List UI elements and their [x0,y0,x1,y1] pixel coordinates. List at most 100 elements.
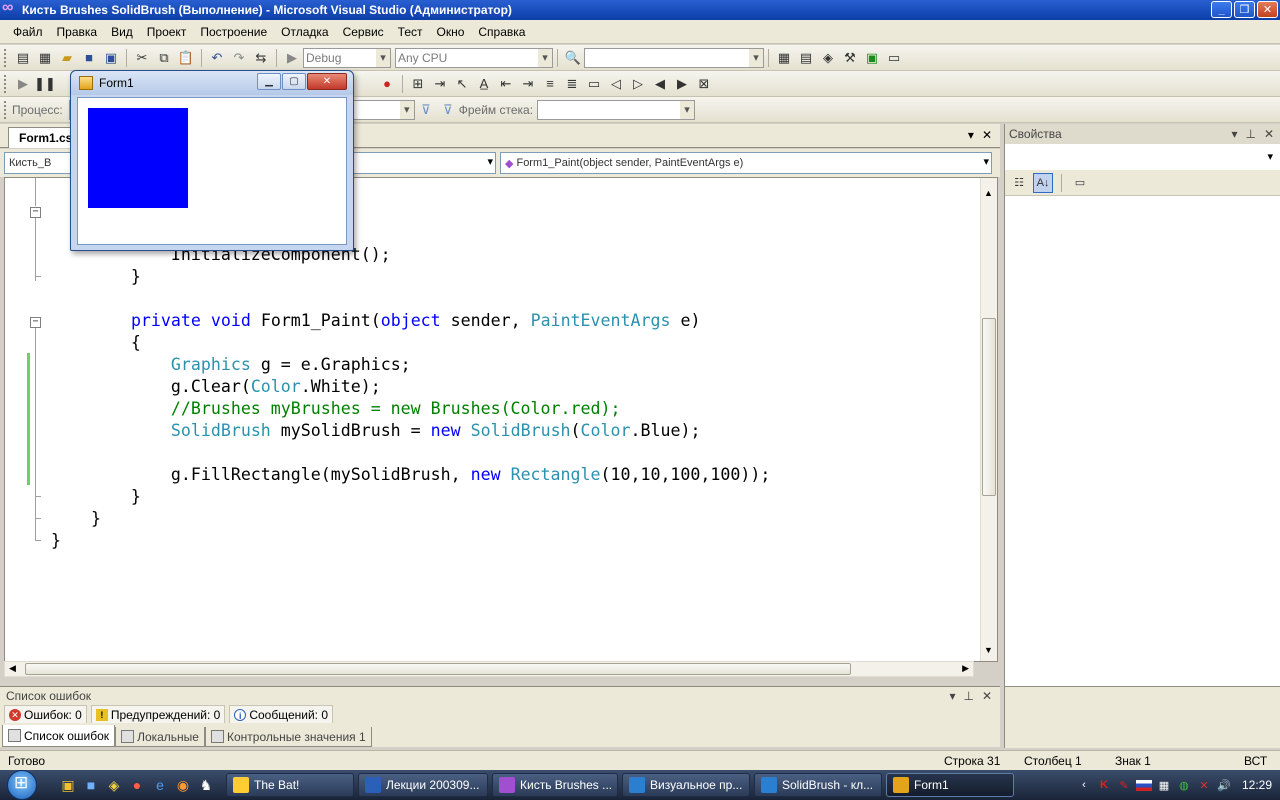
clear-bookmarks-icon[interactable]: ⊠ [695,75,713,93]
comment-icon[interactable]: ≡ [541,75,559,93]
collapse-icon[interactable]: − [30,207,41,218]
platform-combo[interactable]: Any CPU [395,47,553,68]
menu-tools[interactable]: Сервис [336,20,391,44]
stack-frame-combo[interactable] [537,99,696,120]
form1-window[interactable]: Form1 ▁ ▢ ✕ [70,70,354,251]
form1-minimize-button[interactable]: ▁ [257,73,281,90]
messages-filter-button[interactable]: i Сообщений: 0 [229,705,333,725]
find-combo[interactable] [584,47,764,68]
menu-file[interactable]: Файл [6,20,50,44]
stack-icon[interactable]: ⊽ [439,101,457,119]
rename-icon[interactable]: A̲ [475,75,493,93]
start-page-icon[interactable]: ▣ [863,49,881,67]
pause-icon[interactable]: ❚❚ [34,75,56,93]
property-pages-icon[interactable]: ▭ [1070,173,1090,193]
start-button[interactable] [0,770,44,800]
taskbar-button[interactable]: Лекции 200309... [358,773,488,797]
toolbox-icon[interactable]: ⚒ [841,49,859,67]
save-icon[interactable]: ■ [80,49,98,67]
solution-explorer-icon[interactable]: ▦ [775,49,793,67]
volume-icon[interactable]: 🔊 [1216,777,1232,793]
safely-remove-icon[interactable]: ◍ [1176,777,1192,793]
prev-bookmark-icon[interactable]: ◁ [607,75,625,93]
code-line[interactable]: g.FillRectangle(mySolidBrush, new Rectan… [51,464,770,486]
horizontal-scroll-thumb[interactable] [25,663,851,675]
panel-menu-icon[interactable]: ▾ [1231,127,1237,141]
code-line[interactable]: { [51,332,141,354]
object-browser-icon[interactable]: ◈ [819,49,837,67]
kaspersky-icon[interactable]: K [1096,777,1112,793]
add-item-icon[interactable]: ▦ [36,49,54,67]
scroll-right-icon[interactable]: ▶ [962,663,969,674]
language-icon[interactable] [1135,779,1152,791]
horizontal-scrollbar[interactable]: ◀ ▶ [4,661,974,677]
toolbar-gripper[interactable] [4,74,8,93]
quick-launch-save-icon[interactable]: ■ [81,775,101,795]
taskbar-button[interactable]: Кисть Brushes ... [492,773,618,797]
tray-app-icon[interactable]: ✎ [1116,777,1132,793]
code-line[interactable]: Graphics g = e.Graphics; [51,354,411,376]
increase-indent-icon[interactable]: ⇥ [519,75,537,93]
maximize-button[interactable]: ❐ [1234,1,1255,18]
format-icon[interactable]: ⊞ [409,75,427,93]
tab-error-list[interactable]: Список ошибок [2,725,116,747]
filter-icon[interactable]: ⊽ [417,101,435,119]
menu-build[interactable]: Построение [193,20,274,44]
toolbar-gripper[interactable] [4,48,8,67]
quick-launch-media-icon[interactable]: ◉ [173,775,193,795]
indent-icon[interactable]: ⇥ [431,75,449,93]
panel-close-icon[interactable]: ✕ [982,689,992,703]
taskbar-button[interactable]: The Bat! [226,773,354,797]
open-file-icon[interactable]: ▰ [58,49,76,67]
alphabetical-icon[interactable]: A↓ [1033,172,1053,193]
new-project-icon[interactable]: ▤ [14,49,32,67]
quick-launch-chess-icon[interactable]: ♞ [196,775,216,795]
menu-help[interactable]: Справка [471,20,532,44]
taskbar-button[interactable]: Form1 [886,773,1014,797]
command-window-icon[interactable]: ▭ [885,49,903,67]
tab-list-icon[interactable]: ▾ [968,128,974,142]
network-icon[interactable]: ▦ [1156,777,1172,793]
member-combo[interactable]: ◆ Form1_Paint(object sender, PaintEventAr… [500,152,992,174]
uncomment-icon[interactable]: ≣ [563,75,581,93]
categorized-icon[interactable]: ☷ [1009,173,1029,193]
pin-icon[interactable]: ⊥ [963,689,973,703]
breakpoint-icon[interactable]: ● [378,75,396,93]
scroll-left-icon[interactable]: ◀ [9,663,16,674]
toolbar-gripper[interactable] [4,100,8,119]
warnings-filter-button[interactable]: ! Предупреждений: 0 [90,705,226,725]
quick-launch-app-icon[interactable]: ● [127,775,147,795]
quick-launch-show-desktop-icon[interactable]: ▣ [58,775,78,795]
menu-project[interactable]: Проект [140,20,194,44]
pin-icon[interactable]: ⊥ [1245,127,1255,141]
save-all-icon[interactable]: ▣ [102,49,120,67]
minimize-button[interactable]: _ [1211,1,1232,18]
code-line[interactable]: private void Form1_Paint(object sender, … [51,310,701,332]
menu-debug[interactable]: Отладка [274,20,335,44]
code-line[interactable]: g.Clear(Color.White); [51,376,381,398]
code-line[interactable]: } [51,508,101,530]
panel-close-icon[interactable]: ✕ [1264,127,1274,141]
menu-view[interactable]: Вид [104,20,140,44]
bookmark-icon[interactable]: ▭ [585,75,603,93]
cursor-icon[interactable]: ↖ [453,75,471,93]
tray-expand-icon[interactable]: ‹ [1076,777,1092,793]
prev-bookmark-folder-icon[interactable]: ◀ [651,75,669,93]
paste-icon[interactable]: 📋 [177,49,195,67]
decrease-indent-icon[interactable]: ⇤ [497,75,515,93]
panel-menu-icon[interactable]: ▾ [949,689,955,703]
quick-launch-bat-icon[interactable]: ◈ [104,775,124,795]
navigate-icon[interactable]: ⇆ [252,49,270,67]
code-line[interactable]: } [51,266,141,288]
errors-filter-button[interactable]: ✕ Ошибок: 0 [4,705,87,725]
close-button[interactable]: ✕ [1257,1,1278,18]
properties-window-icon[interactable]: ▤ [797,49,815,67]
code-line[interactable]: //Brushes myBrushes = new Brushes(Color.… [51,398,621,420]
clock[interactable]: 12:29 [1242,778,1272,792]
next-bookmark-folder-icon[interactable]: ▶ [673,75,691,93]
copy-icon[interactable]: ⧉ [155,49,173,67]
tab-watch-1[interactable]: Контрольные значения 1 [204,727,372,747]
object-selector-combo[interactable] [1005,146,1280,168]
collapse-icon[interactable]: − [30,317,41,328]
find-in-files-icon[interactable]: 🔍 [564,49,582,67]
